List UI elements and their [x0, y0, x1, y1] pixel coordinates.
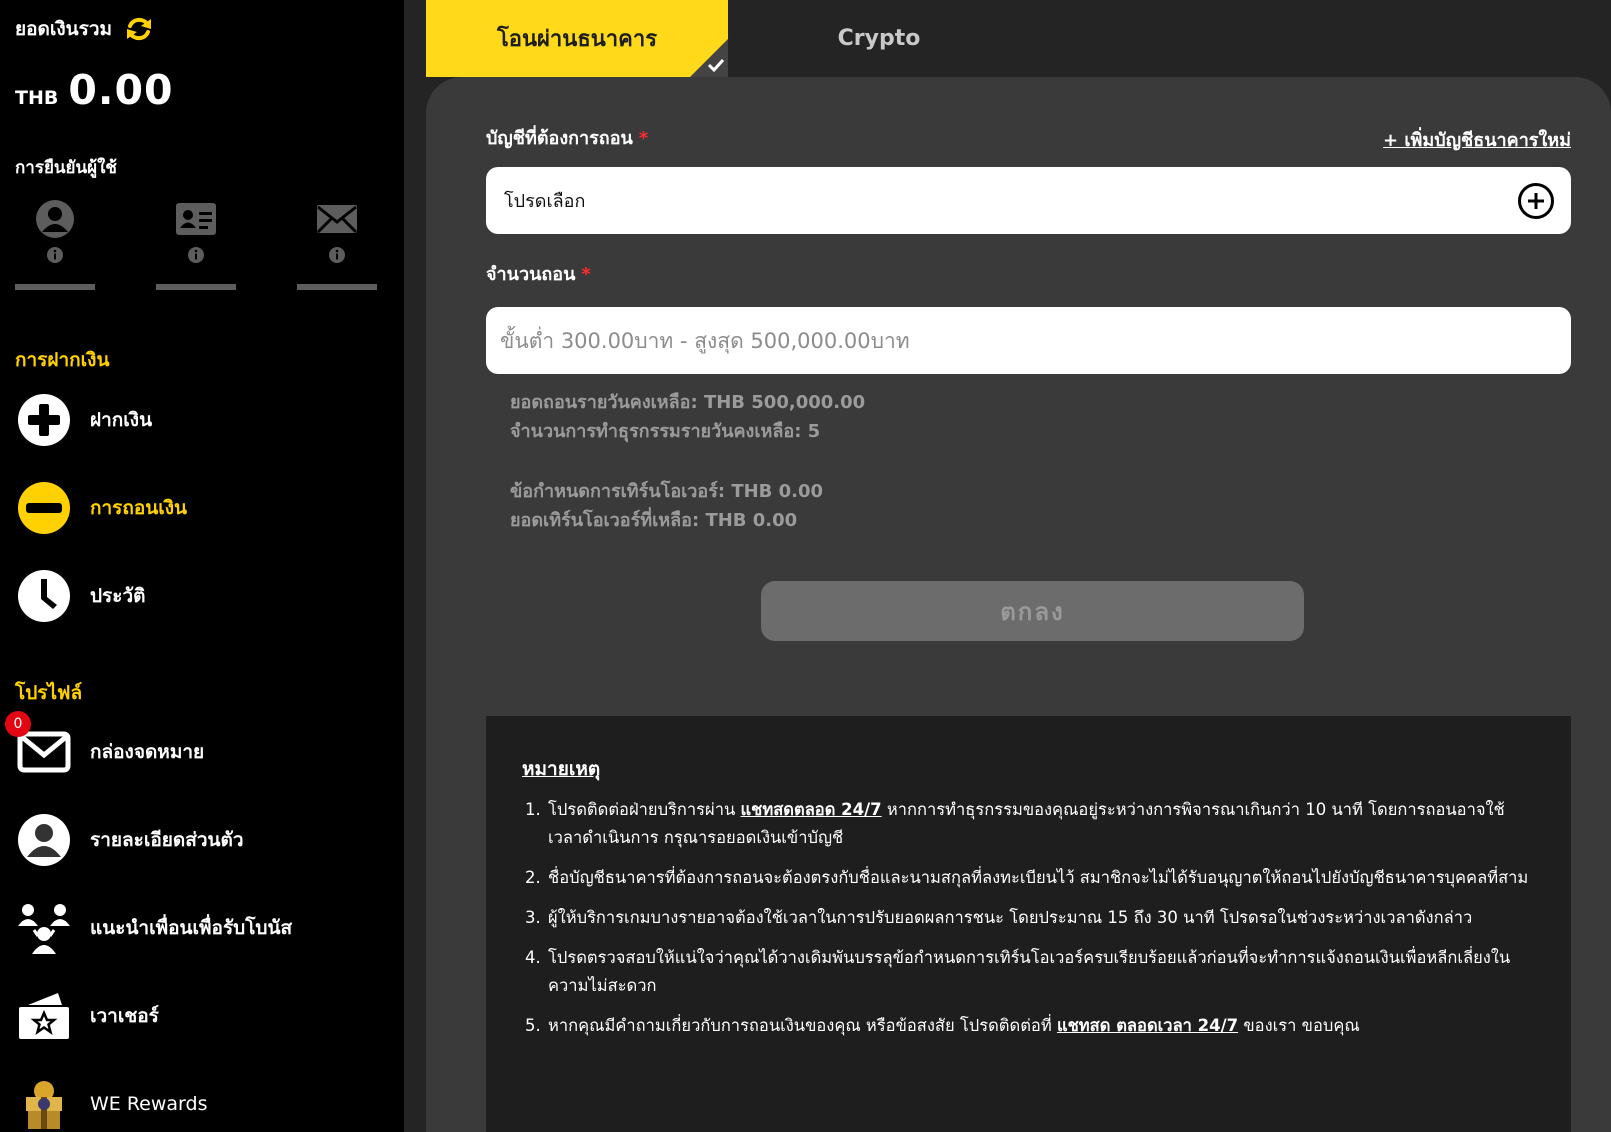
deposit-section-title: การฝากเงิน — [15, 349, 110, 371]
turnover-info: ข้อกำหนดการเทิร์นโอเวอร์: THB 0.00 ยอดเท… — [510, 477, 823, 535]
refresh-icon[interactable] — [124, 14, 154, 44]
verify-progress-bar — [15, 284, 95, 290]
tab-crypto[interactable]: Crypto — [728, 0, 1030, 77]
menu-rewards-label: WE Rewards — [90, 1093, 208, 1115]
menu-rewards[interactable]: WE Rewards — [15, 1072, 385, 1132]
notes-box: หมายเหตุ โปรดติดต่อฝ่ายบริการผ่าน แชทสดต… — [486, 716, 1571, 1132]
daily-remaining-text: ยอดถอนรายวันคงเหลือ: THB 500,000.00 — [510, 392, 866, 413]
withdraw-form-panel: บัญชีที่ต้องการถอน * + เพิ่มบัญชีธนาคารให… — [426, 77, 1611, 1132]
required-mark: * — [581, 264, 591, 285]
menu-inbox[interactable]: 0 กล่องจดหมาย — [5, 711, 385, 784]
notes-list: โปรดติดต่อฝ่ายบริการผ่าน แชทสดตลอด 24/7 … — [522, 796, 1535, 1040]
turnover-requirement-text: ข้อกำหนดการเทิร์นโอเวอร์: THB 0.00 — [510, 481, 824, 502]
add-bank-account-link[interactable]: + เพิ่มบัญชีธนาคารใหม่ — [1383, 125, 1571, 154]
account-select[interactable]: โปรดเลือก — [486, 167, 1571, 234]
menu-deposit[interactable]: ฝากเงิน — [15, 388, 385, 452]
verify-progress-bar — [156, 284, 236, 290]
note-text: หากคุณมีคำถามเกี่ยวกับการถอนเงินของคุณ ห… — [548, 1016, 1057, 1035]
menu-inbox-label: กล่องจดหมาย — [90, 741, 205, 763]
balance-value: 0.00 — [68, 66, 174, 114]
menu-voucher[interactable]: เวาเชอร์ — [15, 984, 385, 1048]
checkmark-icon — [707, 58, 725, 73]
sidebar: ยอดเงินรวม THB 0.00 การยืนยันผู้ใช้ การฝ… — [0, 0, 404, 1132]
turnover-remaining-text: ยอดเทิร์นโอเวอร์ที่เหลือ: THB 0.00 — [510, 510, 798, 531]
note-item: โปรดตรวจสอบให้แน่ใจว่าคุณได้วางเดิมพันบร… — [546, 944, 1535, 1000]
balance-currency: THB — [15, 87, 59, 109]
note-item: หากคุณมีคำถามเกี่ยวกับการถอนเงินของคุณ ห… — [546, 1012, 1535, 1040]
payment-method-tabs: โอนผ่านธนาคาร Crypto — [426, 0, 1030, 77]
note-item: ผู้ให้บริการเกมบางรายอาจต้องใช้เวลาในการ… — [546, 904, 1535, 932]
daily-limits-info: ยอดถอนรายวันคงเหลือ: THB 500,000.00 จำนว… — [510, 388, 865, 446]
info-icon — [188, 247, 204, 263]
add-circle-icon[interactable] — [1517, 182, 1555, 220]
note-text: ชื่อบัญชีธนาคารที่ต้องการถอนจะต้องตรงกับ… — [548, 868, 1529, 887]
clock-icon — [15, 567, 73, 625]
note-text: โปรดติดต่อฝ่ายบริการผ่าน — [548, 800, 741, 819]
daily-tx-remaining-text: จำนวนการทำธุรกรรมรายวันคงเหลือ: 5 — [510, 421, 821, 442]
verify-email[interactable] — [297, 196, 377, 290]
envelope-icon — [316, 196, 358, 242]
inbox-badge: 0 — [5, 711, 31, 737]
account-select-value: โปรดเลือก — [504, 191, 586, 212]
user-avatar-icon — [34, 196, 76, 242]
note-text: ผู้ให้บริการเกมบางรายอาจต้องใช้เวลาในการ… — [548, 908, 1473, 927]
amount-field-label: จำนวนถอน * — [486, 259, 591, 288]
menu-personal-details[interactable]: รายละเอียดส่วนตัว — [15, 808, 385, 872]
tab-crypto-label: Crypto — [837, 26, 921, 51]
note-text: ของเรา ขอบคุณ — [1238, 1016, 1360, 1035]
menu-voucher-label: เวาเชอร์ — [90, 1005, 159, 1027]
note-text: โปรดตรวจสอบให้แน่ใจว่าคุณได้วางเดิมพันบร… — [548, 948, 1511, 995]
live-chat-link[interactable]: แชทสดตลอด 24/7 — [740, 800, 881, 819]
confirm-button[interactable]: ตกลง — [761, 581, 1304, 641]
balance-amount: THB 0.00 — [15, 66, 174, 114]
menu-personal-details-label: รายละเอียดส่วนตัว — [90, 829, 244, 851]
id-card-icon — [175, 196, 217, 242]
live-chat-link[interactable]: แชทสด ตลอดเวลา 24/7 — [1057, 1016, 1238, 1035]
mail-icon: 0 — [5, 711, 73, 781]
info-icon — [329, 247, 345, 263]
main-content: โอนผ่านธนาคาร Crypto บัญชีที่ต้องการถอน *… — [404, 0, 1611, 1132]
minus-circle-icon — [15, 479, 73, 537]
amount-label-text: จำนวนถอน — [486, 264, 576, 285]
account-field-label: บัญชีที่ต้องการถอน * — [486, 123, 648, 152]
note-item: โปรดติดต่อฝ่ายบริการผ่าน แชทสดตลอด 24/7 … — [546, 796, 1535, 852]
verification-items — [15, 196, 377, 290]
verify-profile[interactable] — [15, 196, 95, 290]
withdraw-amount-input[interactable] — [486, 307, 1571, 374]
info-icon — [47, 247, 63, 263]
notes-title: หมายเหตุ — [522, 758, 601, 780]
profile-section-title: โปรไฟล์ — [15, 682, 83, 704]
menu-history-label: ประวัติ — [90, 585, 146, 607]
account-label-text: บัญชีที่ต้องการถอน — [486, 128, 633, 149]
balance-label: ยอดเงินรวม — [15, 18, 113, 40]
note-item: ชื่อบัญชีธนาคารที่ต้องการถอนจะต้องตรงกับ… — [546, 864, 1535, 892]
menu-withdraw[interactable]: การถอนเงิน — [15, 476, 385, 540]
menu-referral-label: แนะนำเพื่อนเพื่อรับโบนัส — [90, 917, 293, 939]
menu-withdraw-label: การถอนเงิน — [90, 497, 188, 519]
voucher-icon — [15, 987, 73, 1045]
menu-deposit-label: ฝากเงิน — [90, 409, 153, 431]
tab-bank-transfer-label: โอนผ่านธนาคาร — [496, 27, 658, 52]
balance-header: ยอดเงินรวม — [15, 14, 154, 44]
plus-circle-icon — [15, 391, 73, 449]
tab-bank-transfer[interactable]: โอนผ่านธนาคาร — [426, 0, 728, 77]
referral-icon — [15, 899, 73, 957]
verify-progress-bar — [297, 284, 377, 290]
required-mark: * — [638, 128, 649, 149]
user-circle-icon — [15, 811, 73, 869]
verify-id[interactable] — [156, 196, 236, 290]
rewards-icon — [15, 1075, 73, 1132]
menu-history[interactable]: ประวัติ — [15, 564, 385, 628]
verification-title: การยืนยันผู้ใช้ — [15, 158, 117, 178]
menu-referral[interactable]: แนะนำเพื่อนเพื่อรับโบนัส — [15, 896, 385, 960]
